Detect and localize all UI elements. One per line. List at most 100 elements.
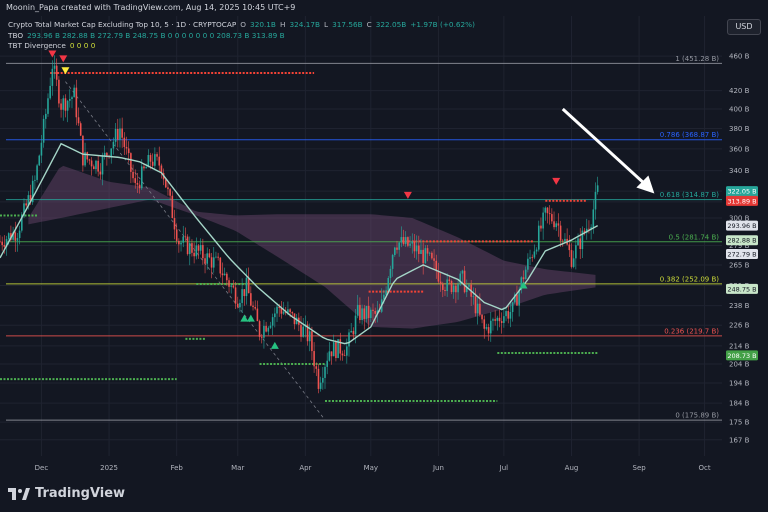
candle-body: [243, 289, 246, 297]
candle-body: [55, 65, 58, 80]
candle-body: [396, 247, 398, 250]
price-axis-label: 293.96 B: [726, 220, 758, 231]
candle-body: [485, 327, 488, 329]
candle-body: [151, 161, 154, 166]
candle-body: [431, 252, 433, 259]
candle-body: [559, 225, 562, 241]
currency-button[interactable]: USD: [727, 19, 761, 35]
candle-body: [82, 135, 84, 166]
candle-body: [411, 241, 414, 244]
candle-body: [269, 325, 272, 328]
legend-tbt[interactable]: TBT Divergence 0 0 0 0: [8, 41, 475, 52]
y-tick-label: 204 B: [729, 361, 750, 369]
candle-body: [509, 311, 512, 319]
candle-body: [463, 270, 466, 293]
candle-body: [527, 258, 529, 270]
candle-body: [138, 184, 141, 189]
candle-body: [106, 152, 108, 156]
candle-body: [415, 245, 418, 252]
candle-body: [42, 118, 45, 143]
candle-body: [3, 244, 6, 247]
symbol-title[interactable]: Crypto Total Market Cap Excluding Top 10…: [8, 20, 236, 31]
candle-body: [546, 207, 549, 214]
candlestick-chart[interactable]: 1 (451.28 B) 0.786 (368.87 B) 0.618 (314.8…: [0, 0, 768, 512]
y-tick-label: 340 B: [729, 167, 750, 175]
y-tick-label: 460 B: [729, 53, 750, 61]
candle-body: [439, 281, 442, 285]
candle-body: [533, 251, 536, 258]
candle-body: [374, 310, 376, 314]
candle-body: [548, 213, 551, 215]
candle-body: [143, 166, 145, 169]
price-axis-label: 208.73 B: [726, 350, 758, 361]
tradingview-brand[interactable]: TradingView: [8, 486, 125, 501]
candle-body: [522, 277, 525, 280]
y-tick-label: 184 B: [729, 400, 750, 408]
candle-body: [540, 225, 542, 229]
candle-body: [239, 302, 241, 308]
candle-body: [178, 240, 180, 245]
open-label: O: [240, 20, 247, 29]
candle-body: [14, 232, 17, 241]
candle-body: [402, 237, 405, 245]
legend-tbo[interactable]: TBO 293.96 B 282.88 B 272.79 B 248.75 B …: [8, 31, 475, 42]
candle-body: [291, 312, 294, 314]
candle-body: [452, 285, 455, 293]
candle-body: [154, 154, 156, 166]
candle-body: [90, 160, 93, 167]
candle-body: [481, 314, 483, 320]
candle-body: [18, 230, 21, 239]
candle-body: [36, 165, 38, 180]
candle-body: [492, 319, 494, 321]
candle-body: [127, 148, 130, 154]
candle-body: [25, 203, 27, 206]
candle-body: [62, 98, 65, 110]
candle-body: [71, 97, 73, 100]
candle-body: [136, 182, 139, 185]
candle-body: [594, 191, 597, 210]
candle-body: [204, 258, 206, 264]
candle-body: [241, 289, 243, 303]
candle-body: [505, 311, 507, 317]
candle-body: [228, 280, 230, 287]
candle-body: [226, 273, 228, 281]
candle-body: [234, 287, 237, 304]
candle-body: [332, 342, 335, 357]
candle-body: [53, 65, 56, 69]
candle-body: [448, 279, 451, 281]
candle-body: [516, 294, 518, 306]
candle-body: [232, 285, 235, 288]
candle-body: [221, 273, 224, 276]
candle-body: [158, 156, 161, 166]
candle-body: [479, 303, 481, 315]
candle-body: [202, 245, 204, 259]
candle-body: [315, 366, 318, 369]
candle-body: [256, 308, 259, 322]
candle-body: [247, 277, 250, 294]
candle-body: [444, 289, 446, 291]
y-tick-label: 380 B: [729, 125, 750, 133]
candle-body: [341, 353, 344, 356]
candle-body: [16, 238, 19, 241]
fib-level-label: 0.236 (219.7 B): [664, 327, 719, 335]
candle-body: [407, 237, 409, 246]
candle-body: [34, 179, 36, 181]
candle-body: [596, 185, 599, 192]
candle-body: [365, 305, 368, 319]
candle-body: [468, 284, 470, 287]
candle-body: [352, 330, 355, 335]
candle-body: [313, 351, 315, 367]
candle-body: [260, 336, 263, 338]
candle-body: [498, 317, 501, 322]
candle-body: [308, 331, 311, 342]
candle-body: [60, 103, 62, 110]
candle-body: [149, 155, 152, 162]
candle-body: [387, 277, 390, 291]
x-tick-label: Apr: [299, 464, 311, 472]
candle-body: [289, 309, 291, 313]
open-value: 320.1B: [250, 20, 276, 29]
candle-body: [38, 155, 41, 166]
candle-body: [346, 346, 348, 356]
y-tick-label: 360 B: [729, 145, 750, 153]
y-tick-label: 194 B: [729, 380, 750, 388]
